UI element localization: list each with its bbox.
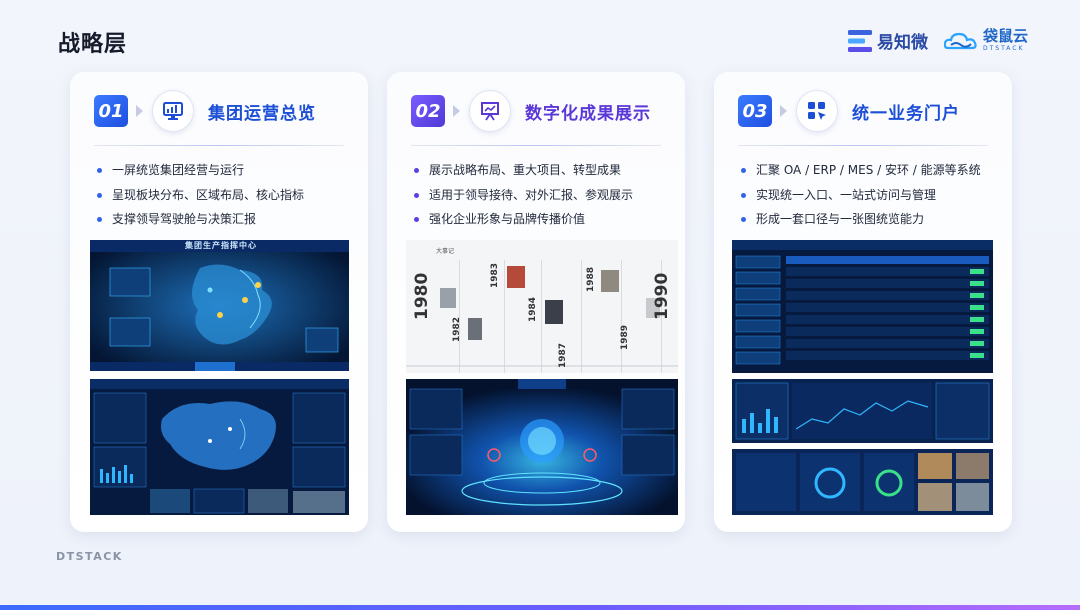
bullet-list: 一屏统览集团经营与运行 呈现板块分布、区域布局、核心指标 支撑领导驾驶舱与决策汇… bbox=[96, 158, 358, 232]
divider bbox=[411, 145, 661, 146]
screenshot-portal-table bbox=[732, 240, 993, 373]
arrow-right-icon bbox=[780, 105, 787, 117]
timeline-year: 1982 bbox=[452, 316, 462, 342]
bullet-list: 汇聚 OA / ERP / MES / 安环 / 能源等系统 实现统一入口、一站… bbox=[740, 158, 1002, 232]
cloud-logo-icon bbox=[943, 32, 977, 49]
card-header: 01 集团运营总览 bbox=[94, 90, 352, 132]
bullet-item: 展示战略布局、重大项目、转型成果 bbox=[413, 158, 675, 183]
bullet-item: 一屏统览集团经营与运行 bbox=[96, 158, 358, 183]
timeline-year: 1989 bbox=[620, 324, 630, 350]
dtstack-logo: 袋鼠云 DTSTACK bbox=[943, 27, 1028, 52]
bullet-item: 汇聚 OA / ERP / MES / 安环 / 能源等系统 bbox=[740, 158, 1002, 183]
screen-title: 集团生产指挥中心 bbox=[185, 241, 257, 250]
arrow-right-icon bbox=[453, 105, 460, 117]
timeline-year: 1988 bbox=[586, 266, 596, 292]
screenshot-portal-metrics bbox=[732, 379, 993, 443]
dtstack-logo-subtext: DTSTACK bbox=[982, 45, 1025, 52]
screenshot-production-command-center: 集团生产指挥中心 bbox=[90, 240, 349, 371]
timeline-year: 1983 bbox=[490, 262, 500, 288]
yizhiwei-logo-icon bbox=[847, 29, 872, 52]
timeline-year: 1984 bbox=[528, 296, 538, 322]
screenshot-china-map-dashboard bbox=[90, 379, 349, 515]
number-badge: 02 bbox=[411, 95, 445, 127]
presentation-chart-icon bbox=[469, 90, 511, 132]
bullet-list: 展示战略布局、重大项目、转型成果 适用于领导接待、对外汇报、参观展示 强化企业形… bbox=[413, 158, 675, 232]
screenshot-hologram-stage bbox=[406, 379, 678, 515]
arrow-right-icon bbox=[136, 105, 143, 117]
number-badge: 01 bbox=[94, 95, 128, 127]
screenshot-milestone-timeline: 大事记 1980 1982 1983 1984 1987 1988 1989 1… bbox=[406, 240, 678, 373]
bullet-item: 强化企业形象与品牌传播价值 bbox=[413, 207, 675, 232]
timeline-year: 1980 bbox=[412, 272, 432, 320]
card-header: 02 数字化成果展示 bbox=[411, 90, 669, 132]
card-title: 统一业务门户 bbox=[852, 104, 960, 124]
app-grid-cursor-icon bbox=[796, 90, 838, 132]
yizhiwei-logo: 易知微 bbox=[847, 28, 928, 53]
bullet-item: 形成一套口径与一张图统览能力 bbox=[740, 207, 1002, 232]
brand-logos: 易知微 袋鼠云 DTSTACK bbox=[847, 27, 1028, 53]
card-header: 03 统一业务门户 bbox=[738, 90, 996, 132]
bullet-item: 实现统一入口、一站式访问与管理 bbox=[740, 183, 1002, 208]
bullet-item: 适用于领导接待、对外汇报、参观展示 bbox=[413, 183, 675, 208]
dtstack-logo-text: 袋鼠云 bbox=[982, 27, 1028, 45]
monitor-dashboard-icon bbox=[152, 90, 194, 132]
bullet-item: 呈现板块分布、区域布局、核心指标 bbox=[96, 183, 358, 208]
yizhiwei-logo-text: 易知微 bbox=[876, 33, 928, 53]
card-unified-portal: 03 统一业务门户 汇聚 OA / ERP / MES / 安环 / 能源等系统… bbox=[714, 72, 1012, 532]
card-title: 集团运营总览 bbox=[208, 104, 316, 124]
bullet-item: 支撑领导驾驶舱与决策汇报 bbox=[96, 207, 358, 232]
card-digital-achievements: 02 数字化成果展示 展示战略布局、重大项目、转型成果 适用于领导接待、对外汇报… bbox=[387, 72, 685, 532]
page-title: 战略层 bbox=[58, 32, 128, 57]
bottom-gradient-bar bbox=[0, 605, 1080, 610]
number-badge: 03 bbox=[738, 95, 772, 127]
footer-brand: DTSTACK bbox=[56, 550, 123, 563]
card-title: 数字化成果展示 bbox=[525, 104, 651, 124]
timeline-header: 大事记 bbox=[436, 248, 455, 255]
divider bbox=[738, 145, 988, 146]
card-group-operations: 01 集团运营总览 一屏统览集团经营与运行 呈现板块分布、区域布局、核心指标 支… bbox=[70, 72, 368, 532]
divider bbox=[94, 145, 344, 146]
screenshot-portal-overview bbox=[732, 449, 993, 515]
timeline-year: 1987 bbox=[558, 342, 568, 368]
timeline-year: 1990 bbox=[652, 272, 672, 320]
